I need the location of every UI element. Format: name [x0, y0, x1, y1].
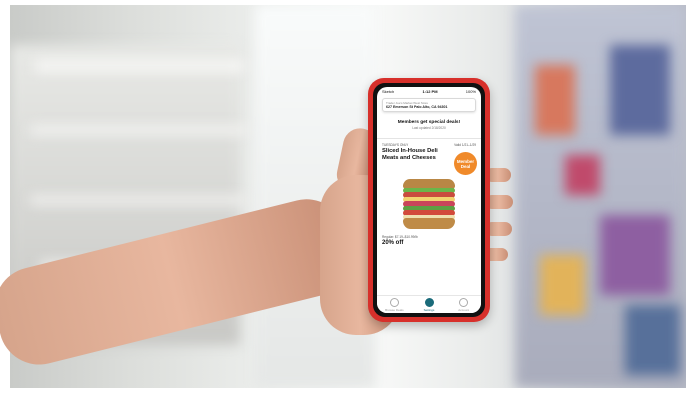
price-section: Regular: $7.19–$10.99/lb 20% off — [377, 235, 481, 246]
tab-account[interactable]: Account — [446, 296, 481, 313]
tab-settings[interactable]: Settings — [412, 296, 447, 313]
smartphone: Sketch 1:12 PM 100% Trader Joe's Market … — [368, 78, 490, 322]
regular-price: Regular: $7.19–$10.99/lb — [382, 235, 418, 239]
tab-label: Settings — [423, 307, 435, 312]
status-bar: Sketch 1:12 PM 100% — [377, 87, 481, 96]
tab-bar: Browse Deals Settings Account — [377, 295, 481, 313]
tab-browse-deals[interactable]: Browse Deals — [377, 296, 412, 313]
sandwich-image — [403, 179, 455, 229]
store-selector[interactable]: Trader Joe's Market West Store 627 Emers… — [382, 98, 476, 112]
carrier-label: Sketch — [382, 89, 395, 94]
phone-bezel: Sketch 1:12 PM 100% Trader Joe's Market … — [373, 83, 485, 317]
divider — [377, 138, 481, 139]
promo-card[interactable]: TUESDAYS ONLY Valid 1/21–1/29 Sliced In-… — [377, 143, 481, 229]
plus-icon — [389, 297, 399, 307]
time-label: 1:12 PM — [422, 89, 438, 94]
screenshot: Sketch 1:12 PM 100% Trader Joe's Market … — [0, 0, 696, 393]
app-screen: Sketch 1:12 PM 100% Trader Joe's Market … — [377, 87, 481, 313]
tab-label: Browse Deals — [385, 307, 404, 312]
announcement-headline: Members get special deals! — [397, 120, 461, 125]
promo-valid-dates: Valid 1/21–1/29 — [454, 143, 476, 147]
last-updated: Last updated 2/18/2020 — [412, 126, 446, 130]
discount-label: 20% off — [382, 240, 404, 246]
battery-label: 100% — [465, 89, 476, 94]
store-address: 627 Emerson St Palo Alto, CA 94301 — [386, 105, 448, 109]
tab-label: Account — [458, 307, 470, 312]
promo-eyebrow: TUESDAYS ONLY — [382, 143, 409, 147]
settings-icon — [424, 297, 434, 307]
member-deal-badge: Member Deal — [454, 152, 477, 175]
account-icon — [459, 297, 469, 307]
promo-title: Sliced In-House Deli Meats and Cheeses — [382, 148, 438, 161]
